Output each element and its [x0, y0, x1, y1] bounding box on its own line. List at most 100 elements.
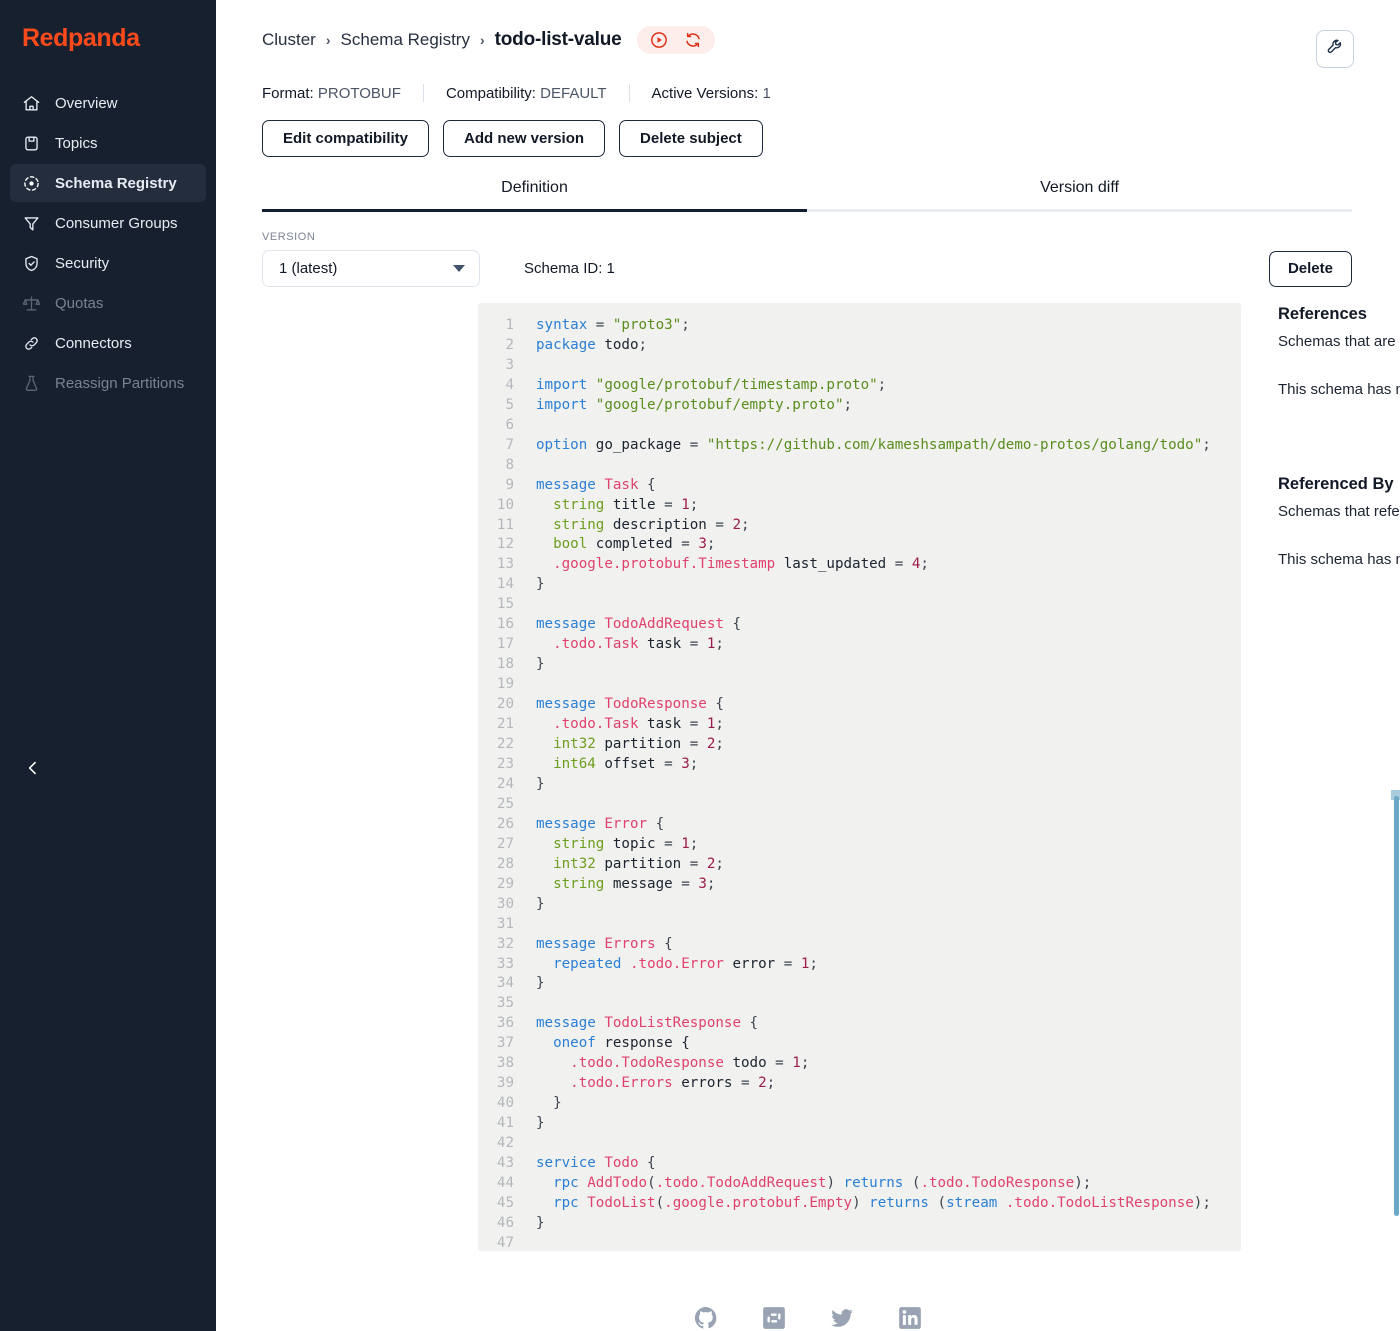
- code-line: 41}: [478, 1114, 1241, 1134]
- code-line-number: 33: [478, 955, 528, 975]
- code-line-content: message TodoAddRequest {: [528, 615, 741, 635]
- code-line: 29 string message = 3;: [478, 875, 1241, 895]
- code-line-content: }: [528, 655, 545, 675]
- references-description: Schemas that are required by this versio…: [1278, 330, 1400, 353]
- code-line: 37 oneof response {: [478, 1034, 1241, 1054]
- sidebar-item-label: Consumer Groups: [55, 215, 178, 232]
- sidebar-item-overview[interactable]: Overview: [10, 84, 206, 122]
- code-line: 34}: [478, 974, 1241, 994]
- sidebar-item-label: Schema Registry: [55, 175, 177, 192]
- code-line-number: 19: [478, 675, 528, 695]
- code-line-content: [528, 915, 545, 935]
- code-line-content: string message = 3;: [528, 875, 715, 895]
- brand-logo[interactable]: Redpanda: [0, 18, 216, 58]
- code-line: 35: [478, 994, 1241, 1014]
- linkedin-icon[interactable]: [897, 1305, 923, 1331]
- code-line-number: 21: [478, 715, 528, 735]
- code-line: 18}: [478, 655, 1241, 675]
- code-line-number: 17: [478, 635, 528, 655]
- delete-version-button[interactable]: Delete: [1269, 251, 1352, 287]
- add-new-version-button[interactable]: Add new version: [443, 120, 605, 157]
- page-scrollbar-track[interactable]: [1393, 0, 1400, 1331]
- play-circle-icon[interactable]: [649, 30, 669, 50]
- sidebar-item-consumer-groups[interactable]: Consumer Groups: [10, 204, 206, 242]
- tab-definition[interactable]: Definition: [262, 179, 807, 212]
- code-line: 14}: [478, 575, 1241, 595]
- code-line: 25: [478, 795, 1241, 815]
- code-line-number: 39: [478, 1074, 528, 1094]
- delete-subject-button[interactable]: Delete subject: [619, 120, 763, 157]
- code-line-content: message TodoListResponse {: [528, 1014, 758, 1034]
- code-line-content: message Errors {: [528, 935, 673, 955]
- code-line: 6: [478, 416, 1241, 436]
- sidebar-item-topics[interactable]: Topics: [10, 124, 206, 162]
- code-line-number: 35: [478, 994, 528, 1014]
- code-line: 16message TodoAddRequest {: [478, 615, 1241, 635]
- code-line-content: [528, 456, 545, 476]
- code-line: 36message TodoListResponse {: [478, 1014, 1241, 1034]
- github-icon[interactable]: [693, 1305, 719, 1331]
- code-line-number: 22: [478, 735, 528, 755]
- tab-version-diff[interactable]: Version diff: [807, 179, 1352, 212]
- schema-definition-viewer[interactable]: 1syntax = "proto3";2package todo;3 4impo…: [478, 303, 1241, 1251]
- code-line: 1syntax = "proto3";: [478, 316, 1241, 336]
- code-line: 4import "google/protobuf/timestamp.proto…: [478, 376, 1241, 396]
- code-line-number: 6: [478, 416, 528, 436]
- referenced-by-title: Referenced By: [1278, 475, 1400, 494]
- meta-format-value: PROTOBUF: [318, 85, 401, 102]
- sidebar-item-quotas[interactable]: Quotas: [10, 284, 206, 322]
- sidebar-item-security[interactable]: Security: [10, 244, 206, 282]
- code-line-content: [528, 1234, 545, 1251]
- sidebar-item-reassign-partitions[interactable]: Reassign Partitions: [10, 364, 206, 402]
- sidebar-item-label: Connectors: [55, 335, 132, 352]
- topics-icon: [22, 134, 41, 153]
- code-line: 8: [478, 456, 1241, 476]
- code-line: 3: [478, 356, 1241, 376]
- sidebar-item-schema-registry[interactable]: Schema Registry: [10, 164, 206, 202]
- breadcrumb-item-schema-registry[interactable]: Schema Registry: [341, 30, 470, 50]
- code-line-content: string description = 2;: [528, 516, 750, 536]
- code-line: 38 .todo.TodoResponse todo = 1;: [478, 1054, 1241, 1074]
- footer-social-links: [216, 1273, 1400, 1331]
- code-line-content: message TodoResponse {: [528, 695, 724, 715]
- sidebar-item-connectors[interactable]: Connectors: [10, 324, 206, 362]
- code-line-content: string topic = 1;: [528, 835, 698, 855]
- breadcrumb-item-cluster[interactable]: Cluster: [262, 30, 316, 50]
- sidebar: Redpanda Overview Topics Schema Registry: [0, 0, 216, 1331]
- code-line: 27 string topic = 1;: [478, 835, 1241, 855]
- code-line-content: rpc TodoList(.google.protobuf.Empty) ret…: [528, 1194, 1211, 1214]
- code-line-content: [528, 675, 545, 695]
- referenced-by-description: Schemas that reference this version.: [1278, 500, 1400, 523]
- code-line-content: .todo.Task task = 1;: [528, 715, 724, 735]
- tools-button[interactable]: [1316, 30, 1354, 68]
- page-scrollbar-thumb[interactable]: [1394, 796, 1399, 1216]
- code-line-number: 4: [478, 376, 528, 396]
- code-line: 26message Error {: [478, 815, 1241, 835]
- meta-compatibility-value: DEFAULT: [540, 85, 606, 102]
- meta-divider: [423, 84, 424, 102]
- refresh-icon[interactable]: [683, 30, 703, 50]
- breadcrumb-separator: ›: [326, 32, 331, 48]
- code-line: 23 int64 offset = 3;: [478, 755, 1241, 775]
- code-line-number: 32: [478, 935, 528, 955]
- code-line-content: int32 partition = 2;: [528, 855, 724, 875]
- code-line-number: 37: [478, 1034, 528, 1054]
- code-line-content: .todo.TodoResponse todo = 1;: [528, 1054, 809, 1074]
- twitter-icon[interactable]: [829, 1305, 855, 1331]
- brand-name: Redpanda: [22, 24, 140, 53]
- subject-actions: Edit compatibility Add new version Delet…: [262, 120, 1352, 157]
- code-line-content: [528, 416, 545, 436]
- code-line-content: [528, 356, 545, 376]
- code-line-content: import "google/protobuf/empty.proto";: [528, 396, 852, 416]
- edit-compatibility-button[interactable]: Edit compatibility: [262, 120, 429, 157]
- sidebar-item-label: Security: [55, 255, 109, 272]
- code-line-content: }: [528, 1114, 545, 1134]
- code-line-content: package todo;: [528, 336, 647, 356]
- sidebar-collapse-button[interactable]: [20, 757, 46, 783]
- code-line-number: 16: [478, 615, 528, 635]
- code-line-content: import "google/protobuf/timestamp.proto"…: [528, 376, 886, 396]
- version-select[interactable]: 1 (latest): [262, 250, 480, 287]
- code-line-number: 2: [478, 336, 528, 356]
- code-line-content: }: [528, 895, 545, 915]
- slack-icon[interactable]: [761, 1305, 787, 1331]
